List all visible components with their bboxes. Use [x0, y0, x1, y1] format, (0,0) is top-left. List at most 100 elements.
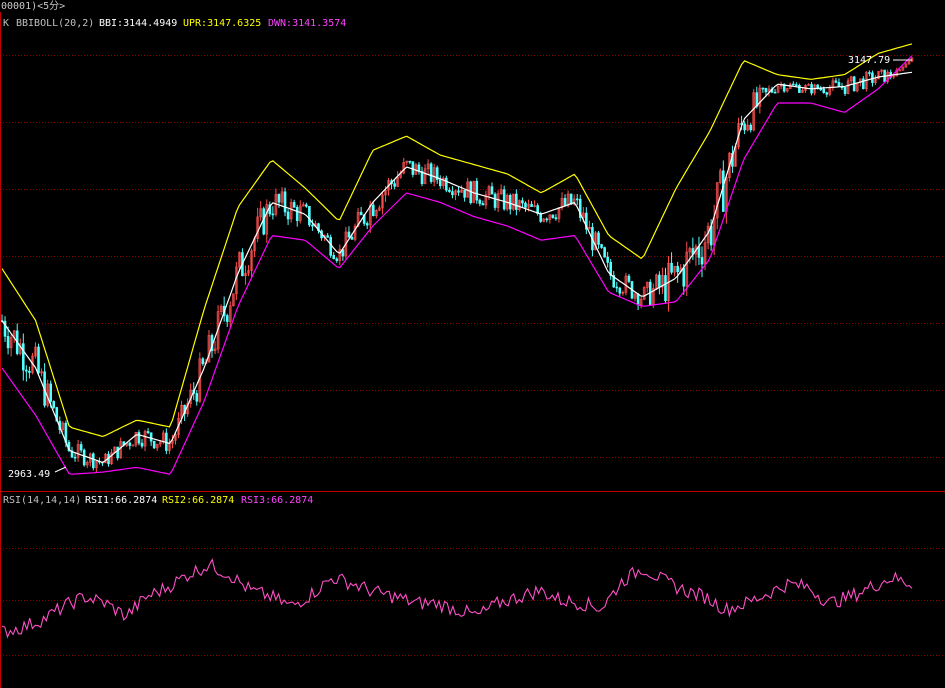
candle-down — [603, 247, 606, 258]
candle-down — [600, 244, 603, 248]
candle-down — [825, 92, 829, 95]
candle-down — [52, 401, 56, 408]
candle-down — [195, 393, 199, 402]
candle-down — [761, 87, 765, 90]
candle-down — [372, 204, 375, 217]
candle-down — [146, 431, 150, 434]
candle-down — [28, 370, 31, 373]
upr-band-line — [1, 43, 913, 438]
candle-down — [73, 456, 77, 459]
candle-down — [554, 217, 558, 220]
candle-down — [843, 87, 847, 94]
candle-down — [575, 198, 579, 201]
candle-down — [326, 235, 329, 238]
candle-down — [871, 72, 874, 83]
candle-down — [743, 123, 746, 131]
max-price-label: 3147.79 — [848, 55, 890, 66]
candlesticks — [0, 57, 914, 473]
candle-down — [438, 179, 442, 187]
candle-down — [597, 232, 600, 245]
candle-down — [25, 369, 28, 372]
candle-down — [335, 258, 339, 261]
candle-down — [539, 213, 542, 222]
candle-down — [286, 211, 290, 220]
candle-down — [508, 195, 512, 210]
candle-down — [478, 199, 482, 204]
candle-down — [365, 223, 369, 226]
candle-down — [201, 358, 205, 365]
candle-down — [277, 194, 281, 203]
candle-down — [22, 343, 25, 371]
dwn-value-label: DWN:3141.3574 — [268, 18, 346, 29]
kline-chart[interactable]: 00001)<5分> K BBIBOLL(20,2) BBI:3144.4949… — [0, 0, 945, 688]
candle-down — [792, 83, 795, 86]
rsi-line — [1, 558, 913, 639]
candle-down — [350, 237, 354, 240]
candle-down — [524, 202, 527, 208]
candle-down — [429, 163, 433, 182]
candle-down — [408, 160, 412, 163]
upr-value-label: UPR:3147.6325 — [183, 18, 261, 29]
candle-down — [149, 432, 153, 442]
candle-down — [82, 449, 86, 466]
candle-down — [37, 346, 40, 374]
candle-down — [515, 193, 518, 210]
candle-down — [481, 203, 485, 206]
candle-down — [697, 246, 701, 258]
candle-down — [420, 171, 424, 185]
price-indicator-header: K BBIBOLL(20,2) BBI:3144.4949 UPR:3147.6… — [3, 18, 346, 29]
rsi-name: RSI(14,14,14) — [3, 495, 81, 506]
candle-down — [475, 180, 479, 201]
candle-down — [502, 189, 506, 210]
rsi1-value-label: RSI1:66.2874 — [85, 495, 157, 506]
rsi-indicator-header: RSI(14,14,14) RSI1:66.2874 RSI2:66.2874 … — [3, 495, 313, 506]
candle-down — [451, 191, 454, 196]
bbiboll-name: BBIBOLL(20,2) — [16, 18, 94, 29]
candle-down — [773, 91, 777, 94]
candle-down — [6, 336, 10, 349]
candle-down — [295, 207, 299, 221]
bollinger-bands — [1, 43, 913, 475]
candle-down — [615, 286, 619, 289]
price-panel-prefix: K — [3, 18, 9, 29]
candle-down — [819, 88, 822, 91]
candle-down — [569, 193, 573, 205]
candle-down — [140, 442, 144, 447]
window-title: 00001)<5分> — [1, 0, 65, 12]
candle-down — [92, 453, 95, 469]
candle-down — [822, 88, 826, 93]
candle-down — [311, 224, 314, 227]
candle-down — [116, 446, 119, 459]
candle-down — [834, 80, 838, 83]
candle-down — [128, 442, 132, 446]
candle-down — [332, 255, 336, 260]
candle-down — [658, 274, 661, 288]
candle-down — [764, 87, 768, 93]
candle-down — [664, 275, 667, 302]
candle-down — [676, 265, 679, 273]
candle-down — [545, 218, 549, 221]
candle-down — [530, 203, 533, 208]
bbi-line — [1, 71, 913, 464]
candle-down — [49, 383, 52, 402]
candle-down — [868, 72, 871, 74]
candle-down — [417, 164, 421, 172]
candle-down — [283, 191, 287, 213]
candle-down — [670, 262, 673, 273]
candle-down — [225, 315, 229, 322]
candle-down — [722, 170, 725, 212]
candle-down — [521, 200, 524, 204]
candle-down — [618, 287, 622, 294]
candle-down — [700, 257, 704, 265]
candle-down — [329, 236, 332, 256]
candle-down — [490, 186, 494, 195]
candle-down — [551, 214, 555, 219]
candle-down — [359, 211, 363, 216]
candle-down — [862, 78, 865, 89]
candle-down — [271, 213, 275, 216]
candle-down — [411, 161, 415, 175]
candle-down — [152, 440, 156, 449]
rsi2-value-label: RSI2:66.2874 — [162, 495, 234, 506]
candle-down — [627, 275, 631, 282]
candle-down — [393, 183, 396, 187]
